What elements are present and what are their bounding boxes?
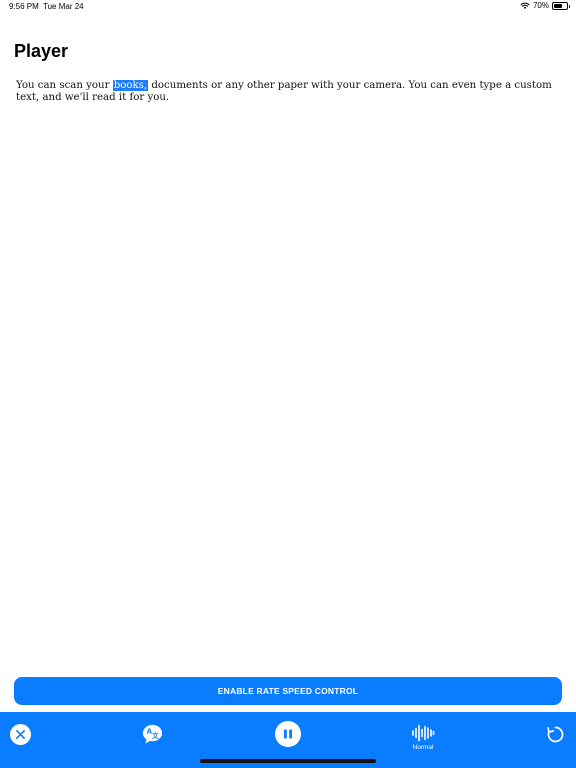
translate-icon: A 文 (142, 724, 163, 744)
battery-fill (554, 3, 563, 8)
pause-button[interactable] (275, 721, 301, 747)
translate-button[interactable]: A 文 (141, 723, 164, 746)
battery-percent: 70% (532, 1, 549, 10)
status-time: 9:56 PM (9, 2, 39, 11)
page-title: Player (14, 41, 69, 61)
waveform-icon (412, 724, 435, 742)
wifi-icon (520, 2, 530, 9)
svg-text:文: 文 (152, 731, 159, 740)
refresh-icon (547, 726, 564, 743)
battery-icon (552, 1, 570, 10)
status-indicators: 70% (520, 1, 570, 10)
close-button[interactable] (10, 724, 31, 745)
close-icon (16, 730, 25, 739)
refresh-button[interactable] (545, 724, 566, 745)
voice-button[interactable]: Normal (405, 724, 441, 760)
pause-icon (284, 729, 292, 739)
home-indicator[interactable] (200, 759, 376, 763)
enable-rate-speed-control-button[interactable]: ENABLE RATE SPEED CONTROL (14, 677, 562, 705)
status-date: Tue Mar 24 (43, 2, 84, 11)
current-word-highlight: books, (112, 80, 149, 91)
voice-label: Normal (412, 744, 434, 751)
status-bar: 9:56 PM Tue Mar 24 70% (0, 0, 576, 14)
reading-text: You can scan your books, documents or an… (16, 80, 564, 104)
text-before: You can scan your (16, 80, 113, 91)
